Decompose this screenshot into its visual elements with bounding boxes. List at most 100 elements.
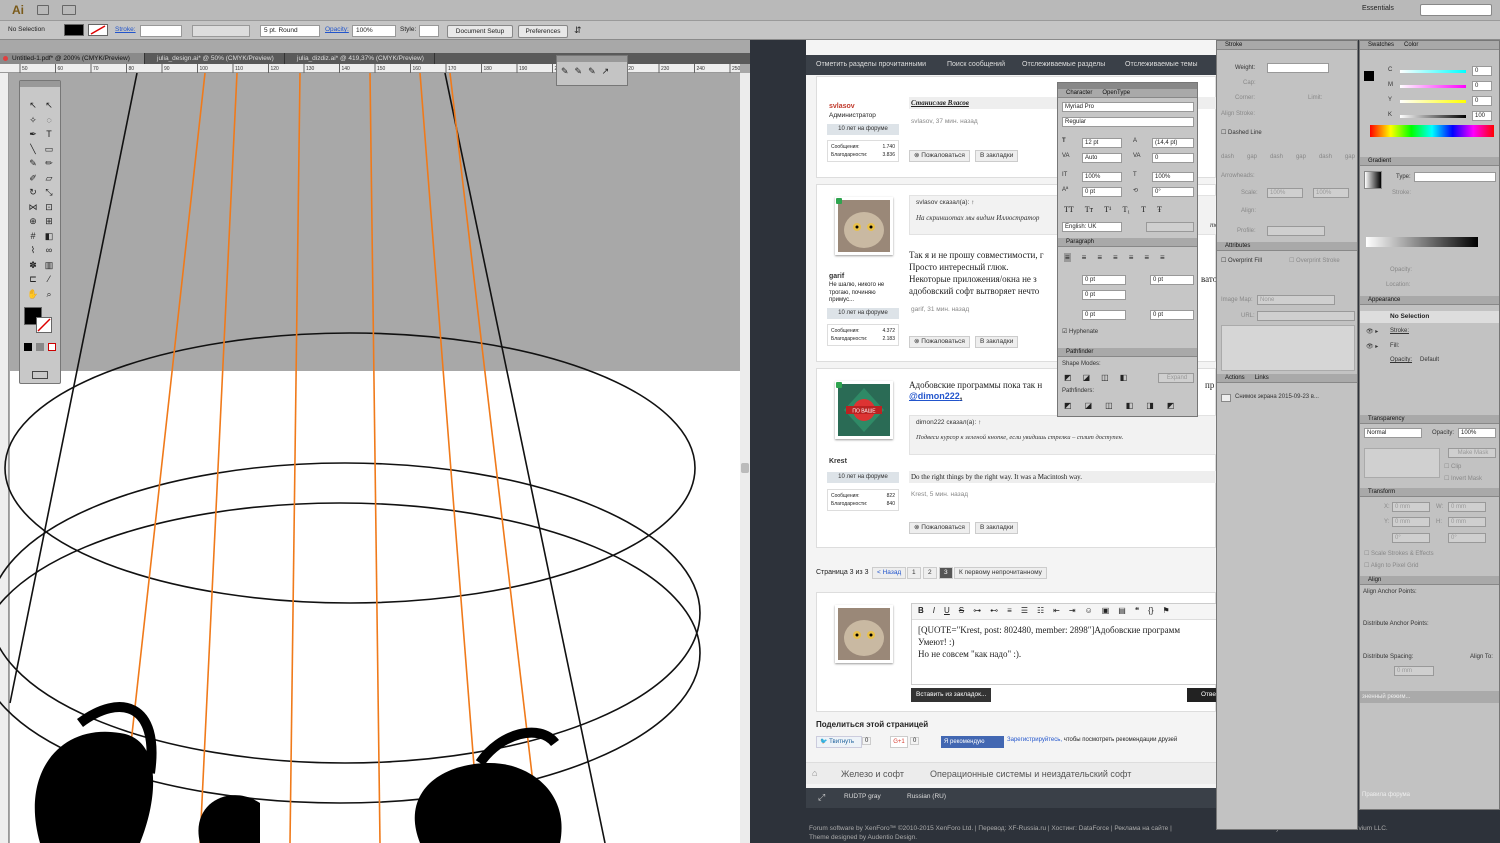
- report-button[interactable]: ⊗ Пожаловаться: [909, 522, 970, 534]
- stroke-weight-field[interactable]: [140, 25, 182, 37]
- font-style-field[interactable]: Regular: [1062, 117, 1194, 127]
- post-meta[interactable]: svlasov, 37 мин. назад: [911, 118, 978, 125]
- avatar[interactable]: ПО ВАШЕ: [835, 381, 893, 439]
- italic-icon[interactable]: I: [933, 606, 935, 617]
- perspective-tool-icon[interactable]: ⊞: [42, 215, 56, 228]
- pathfinder-panel-title[interactable]: Pathfinder: [1058, 348, 1197, 357]
- blend-mode-field[interactable]: Normal: [1364, 428, 1422, 438]
- bridge-icon[interactable]: [37, 5, 49, 15]
- minus-back-icon[interactable]: ◩: [1167, 401, 1175, 410]
- appearance-opacity-link[interactable]: Opacity:: [1390, 357, 1412, 363]
- channel-slider[interactable]: [1400, 115, 1466, 118]
- preferences-button[interactable]: Preferences: [518, 25, 568, 38]
- unite-icon[interactable]: ◩: [1064, 373, 1072, 382]
- quote-head[interactable]: dimon222 сказал(а): ↑: [916, 419, 1210, 426]
- fill-color-swatch[interactable]: [1364, 71, 1374, 81]
- channel-value[interactable]: 0: [1472, 66, 1492, 76]
- shear-field[interactable]: 0°: [1448, 533, 1486, 543]
- outline-icon[interactable]: ◨: [1146, 401, 1154, 410]
- reply-button[interactable]: Отве: [1187, 688, 1217, 702]
- space-after-field[interactable]: 0 pt: [1150, 310, 1194, 320]
- align-right-icon[interactable]: ≡: [1097, 253, 1102, 262]
- page-3-current[interactable]: 3: [939, 567, 953, 579]
- expand-icon[interactable]: ⤢: [818, 792, 825, 803]
- attributes-notes[interactable]: [1221, 325, 1355, 371]
- bookmark-button[interactable]: В закладки: [975, 150, 1019, 162]
- stroke-panel-title[interactable]: Stroke: [1217, 41, 1357, 50]
- tab-character[interactable]: Character: [1066, 89, 1092, 97]
- type-tool-icon[interactable]: T: [42, 128, 56, 141]
- gradient-panel-title[interactable]: Gradient: [1360, 157, 1499, 166]
- channel-value[interactable]: 100: [1472, 111, 1492, 121]
- screen-mode-icon[interactable]: [32, 371, 48, 379]
- tab-actions[interactable]: Actions: [1225, 374, 1245, 382]
- list-icon[interactable]: ☰: [1021, 606, 1028, 617]
- underline-type-icon[interactable]: T: [1141, 205, 1146, 214]
- channel-value[interactable]: 0: [1472, 96, 1492, 106]
- breadcrumb-item[interactable]: Операционные системы и неиздательский со…: [930, 769, 1131, 779]
- right-indent-field[interactable]: 0 pt: [1150, 275, 1194, 285]
- language-chooser[interactable]: Russian (RU): [907, 793, 946, 800]
- kerning-field[interactable]: Auto: [1082, 153, 1122, 163]
- post-meta[interactable]: Krest, 5 мин. назад: [911, 491, 968, 498]
- report-button[interactable]: ⊗ Пожаловаться: [909, 336, 970, 348]
- watched-threads-link[interactable]: Отслеживаемые темы: [1125, 61, 1198, 68]
- mention-link[interactable]: @dimon222,: [909, 391, 962, 401]
- style-chooser[interactable]: RUDTP gray: [844, 793, 881, 800]
- page-1-link[interactable]: 1: [907, 567, 921, 579]
- username[interactable]: svlasov: [829, 103, 855, 110]
- tweet-button[interactable]: 🐦 Твитнуть: [816, 736, 862, 748]
- pencil-tool-icon[interactable]: ✏: [42, 157, 56, 170]
- fill-swatch[interactable]: [64, 24, 84, 36]
- char-rotation-field[interactable]: 0°: [1152, 187, 1194, 197]
- hyphenate-checkbox[interactable]: ☑ Hyphenate: [1062, 328, 1098, 335]
- fill-visibility-icon[interactable]: 👁 ▸: [1366, 343, 1378, 350]
- none-mode-icon[interactable]: [48, 343, 56, 351]
- zoom-tool-icon[interactable]: ⌕: [42, 288, 56, 301]
- y-field[interactable]: 0 mm: [1392, 517, 1430, 527]
- channel-value[interactable]: 0: [1472, 81, 1492, 91]
- bookmark-button[interactable]: В закладки: [975, 336, 1019, 348]
- expand-button[interactable]: Expand: [1158, 373, 1194, 383]
- channel-slider[interactable]: [1400, 70, 1466, 73]
- arrow-end-scale[interactable]: 100%: [1313, 188, 1349, 198]
- username[interactable]: garif: [829, 273, 844, 280]
- avatar[interactable]: [835, 197, 893, 255]
- trim-icon[interactable]: ◪: [1085, 401, 1093, 410]
- symbol-sprayer-tool-icon[interactable]: ✽: [26, 259, 40, 272]
- stroke-swatch[interactable]: [88, 24, 108, 36]
- baseline-shift-field[interactable]: 0 pt: [1082, 187, 1122, 197]
- left-indent-field[interactable]: 0 pt: [1082, 275, 1126, 285]
- close-tab-icon[interactable]: [3, 56, 8, 61]
- profile-field[interactable]: [1267, 226, 1325, 236]
- outdent-icon[interactable]: ⇤: [1053, 606, 1060, 617]
- color-mode-icon[interactable]: [24, 343, 32, 351]
- workspace-switcher[interactable]: Essentials: [1362, 5, 1394, 12]
- anti-alias-field[interactable]: [1146, 222, 1194, 232]
- artboard-tool-icon[interactable]: ⊏: [26, 273, 40, 286]
- mark-read-link[interactable]: Отметить разделы прочитанными: [816, 61, 926, 68]
- home-icon[interactable]: ⌂: [812, 768, 817, 778]
- pencil-icon[interactable]: ✎: [561, 66, 569, 77]
- color-spectrum[interactable]: [1370, 125, 1494, 137]
- tab-julia-design[interactable]: julia_design.ai* @ 50% (CMYK/Preview): [145, 53, 285, 64]
- selection-tool-icon[interactable]: ↖: [26, 99, 40, 112]
- tab-color[interactable]: Color: [1404, 41, 1418, 49]
- watched-forums-link[interactable]: Отслеживаемые разделы: [1022, 61, 1105, 68]
- justify-right-icon[interactable]: ≡: [1144, 253, 1149, 262]
- clip-checkbox[interactable]: ☐ Clip: [1444, 463, 1461, 470]
- mesh-tool-icon[interactable]: #: [26, 230, 40, 243]
- image-map-field[interactable]: None: [1257, 295, 1335, 305]
- leading-field[interactable]: (14,4 pt): [1152, 138, 1194, 148]
- align-left-icon[interactable]: ≡: [1064, 253, 1071, 262]
- merge-icon[interactable]: ◫: [1105, 401, 1113, 410]
- page-2-link[interactable]: 2: [923, 567, 937, 579]
- editor-textarea[interactable]: [QUOTE="Krest, post: 802480, member: 289…: [912, 620, 1216, 664]
- stroke-weight-input[interactable]: [1267, 63, 1329, 73]
- first-line-indent-field[interactable]: 0 pt: [1082, 290, 1126, 300]
- fb-register-link[interactable]: Зарегистрируйтесь,: [1007, 737, 1062, 743]
- search-messages-link[interactable]: Поиск сообщений: [947, 61, 1005, 68]
- gradient-preview[interactable]: [1364, 171, 1382, 189]
- insert-bookmarks-button[interactable]: Вставить из закладок...: [911, 688, 992, 702]
- post-meta[interactable]: garif, 31 мин. назад: [911, 306, 969, 313]
